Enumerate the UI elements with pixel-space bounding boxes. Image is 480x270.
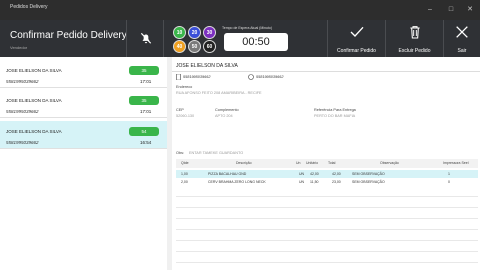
empty-row [176, 220, 478, 230]
empty-row [176, 187, 478, 197]
delete-order-label: Excluir Pedido [398, 48, 431, 54]
order-list-item[interactable]: JOSE ELIELSON DA SILVA 5581995039662 35 17:… [0, 60, 167, 88]
timer-display: 00:50 [224, 33, 288, 51]
col-total[interactable]: Total [328, 159, 350, 168]
title-bar: Pedidos Delivery – □ ✕ [0, 0, 480, 20]
order-list-item[interactable]: JOSE ELIELSON DA SILVA 5581995039662 54 16:… [0, 121, 167, 149]
cell-total: 23,00 [332, 180, 341, 184]
empty-row [176, 198, 478, 208]
order-time: 16:54 [140, 140, 152, 145]
customer-phone-2: 5581995039662 [256, 75, 284, 79]
order-phone: 5581995039662 [6, 140, 39, 145]
cell-unit: 11,50 [310, 180, 319, 184]
order-wait-badge: 54 [129, 127, 159, 136]
close-window-icon[interactable]: ✕ [463, 0, 477, 20]
table-row[interactable]: 1,00 PIZZA BACALHAU GND UN 42,00 42,00 SEM OB… [176, 170, 478, 178]
wait-time-circle: 20 [188, 26, 201, 39]
cell-un: UN [299, 172, 305, 176]
address-value: RUA AFONSO FEITO 208 AMARIBEIRA - RECIFE [176, 91, 262, 95]
delete-order-button[interactable]: Excluir Pedido [385, 20, 443, 57]
order-phone: 5581995039662 [6, 79, 39, 84]
empty-row [176, 253, 478, 263]
obs-label: Obs: [176, 151, 185, 155]
col-impressora[interactable]: Impressora Seel [440, 159, 478, 168]
app-window: Pedidos Delivery – □ ✕ Confirmar Pedido … [0, 0, 480, 270]
order-list-item[interactable]: JOSE ELIELSON DA SILVA 5581995039662 35 17:… [0, 90, 167, 118]
col-unitario[interactable]: Unitário [306, 159, 328, 168]
wait-time-circle: 60 [203, 40, 216, 53]
trash-icon [409, 26, 420, 39]
empty-row [176, 242, 478, 252]
confirm-order-label: Confirmar Pedido [337, 48, 376, 54]
complement-value: APTO 204 [215, 114, 233, 118]
customer-phone-1: 5581995039662 [183, 75, 211, 79]
empty-row [176, 209, 478, 219]
cell-printer: 1 [448, 172, 450, 176]
order-customer-name: JOSE ELIELSON DA SILVA [6, 68, 62, 73]
cell-qty: 2,00 [181, 180, 188, 184]
col-descricao[interactable]: Descrição [196, 159, 296, 168]
cell-obs: SEM OBSERVAÇÃO [352, 172, 385, 176]
cep-label: CEP [176, 108, 184, 112]
obs-value: ENTAR TAMEKE GUARDANTO [189, 151, 244, 155]
complement-label: Complemento [215, 108, 239, 112]
checkmark-icon [350, 26, 363, 37]
cell-obs: SEM OBSERVAÇÃO [352, 180, 385, 184]
cell-total: 42,00 [332, 172, 341, 176]
wait-time-circle: 50 [188, 40, 201, 53]
page-title: Confirmar Pedido Delivery [10, 30, 127, 41]
order-time: 17:01 [140, 79, 152, 84]
order-wait-badge: 35 [129, 66, 159, 75]
order-time: 17:01 [140, 109, 152, 114]
exit-label: Sair [457, 48, 467, 54]
exit-button[interactable]: Sair [443, 20, 480, 57]
customer-name: JOSE ELIELSON DA SILVA [176, 63, 238, 69]
cell-unit: 42,00 [310, 172, 319, 176]
order-customer-name: JOSE ELIELSON DA SILVA [6, 129, 62, 134]
address-label: Endereco [176, 85, 193, 89]
col-qtde[interactable]: Qtde [176, 159, 196, 168]
cell-un: UN [299, 180, 305, 184]
order-wait-badge: 35 [129, 96, 159, 105]
cell-qty: 1,00 [181, 172, 188, 176]
col-un[interactable]: Un [296, 159, 306, 168]
reference-label: Referência Para Entrega [314, 108, 356, 112]
header-bar: Confirmar Pedido Delivery Vendedor 10 20 3… [0, 20, 480, 57]
maximize-icon[interactable]: □ [444, 0, 458, 20]
notification-mute-button[interactable] [126, 20, 164, 57]
bell-off-icon [140, 32, 152, 44]
page-subtitle: Vendedor [10, 45, 28, 50]
cep-value: 52060-130 [176, 114, 195, 118]
table-row[interactable]: 2,00 CERV BRAHMA ZERO LONG NECK UN 11,50 23,… [176, 178, 478, 186]
orders-list: JOSE ELIELSON DA SILVA 5581995039662 35 17:… [0, 57, 172, 270]
phone-icon [176, 74, 181, 80]
cell-printer: 0 [448, 180, 450, 184]
timer-label: Tempo de Espera Atual (Minuto) [222, 26, 272, 30]
cell-desc: CERV BRAHMA ZERO LONG NECK [208, 180, 266, 184]
divider [172, 71, 480, 72]
window-title: Pedidos Delivery [10, 4, 48, 10]
empty-row [176, 231, 478, 241]
close-icon [456, 26, 468, 38]
wait-time-circle: 40 [173, 40, 186, 53]
wait-time-circle: 30 [203, 26, 216, 39]
order-detail-panel: JOSE ELIELSON DA SILVA 5581995039662 558… [172, 57, 480, 270]
whatsapp-icon [248, 74, 254, 80]
cell-desc: PIZZA BACALHAU GND [208, 172, 247, 176]
wait-time-circle: 10 [173, 26, 186, 39]
order-customer-name: JOSE ELIELSON DA SILVA [6, 98, 62, 103]
order-phone: 5581995039662 [6, 109, 39, 114]
minimize-icon[interactable]: – [423, 0, 437, 20]
confirm-order-button[interactable]: Confirmar Pedido [327, 20, 385, 57]
col-observacao[interactable]: Observação [350, 159, 440, 168]
reference-value: PERTO DO BAR MAFIA [314, 114, 356, 118]
